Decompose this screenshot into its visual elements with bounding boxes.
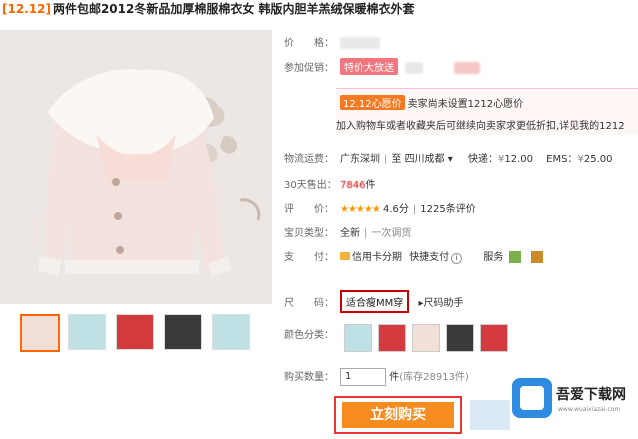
wish-price-status: 卖家尚未设置1212心愿价 bbox=[407, 99, 524, 110]
thumbnail-3[interactable] bbox=[116, 314, 154, 350]
sold-row: 30天售出： 7846件 bbox=[284, 176, 375, 191]
ems-price: 25.00 bbox=[583, 154, 613, 165]
ship-to-prefix: 至 bbox=[391, 154, 402, 165]
quantity-input[interactable]: 1 bbox=[340, 368, 386, 386]
promotion-row: 参加促销： 特价大放送 bbox=[284, 58, 481, 75]
color-option-1[interactable] bbox=[344, 324, 372, 352]
payment-label: 支 付： bbox=[284, 252, 334, 263]
promo-discount-blurred bbox=[454, 62, 481, 74]
size-label: 尺 码： bbox=[284, 298, 334, 309]
thumbnail-strip bbox=[20, 314, 260, 356]
thumbnail-4[interactable] bbox=[164, 314, 202, 350]
price-value-blurred bbox=[340, 37, 380, 49]
quantity-unit: 件 bbox=[389, 372, 400, 383]
buy-now-button[interactable]: 立刻购买 bbox=[342, 402, 454, 428]
credit-card-installment[interactable]: 信用卡分期 bbox=[352, 252, 402, 263]
ship-from[interactable]: 广东深圳 bbox=[340, 154, 380, 165]
product-main-image[interactable] bbox=[0, 30, 272, 304]
size-option-selected[interactable]: 适合瘦MM穿 bbox=[340, 290, 410, 313]
quick-pay-info-icon[interactable]: i bbox=[451, 253, 463, 264]
product-title: [12.12] 两件包邮2012冬新品加厚棉服棉衣女 韩版内胆羊羔绒保暖棉衣外套 bbox=[2, 0, 415, 18]
rating-value: 4.6分 bbox=[383, 204, 409, 215]
service-label: 服务 bbox=[483, 252, 504, 263]
rating-stars-icon: ★★★★★ bbox=[340, 204, 381, 215]
ems-label: EMS： bbox=[546, 154, 578, 165]
promotion-label: 参加促销： bbox=[284, 63, 334, 74]
add-to-cart-button[interactable] bbox=[470, 400, 510, 430]
price-row: 价 格： bbox=[284, 34, 380, 49]
buy-now-highlight: 立刻购买 bbox=[334, 396, 462, 434]
service-guarantee-icon[interactable] bbox=[531, 251, 544, 263]
color-options bbox=[344, 324, 524, 352]
rating-row: 评 价： ★★★★★ 4.6分 | 1225条评价 bbox=[284, 200, 476, 215]
stock-count: (库存28913件) bbox=[399, 372, 469, 383]
promotion-tag[interactable]: 特价大放送 bbox=[340, 58, 398, 75]
color-option-3[interactable] bbox=[412, 324, 440, 352]
ship-to[interactable]: 四川成都 bbox=[405, 154, 445, 165]
watermark-name: 吾爱下载网 bbox=[556, 387, 626, 403]
rating-label: 评 价： bbox=[284, 204, 334, 215]
item-type-row: 宝贝类型： 全新 | 一次调货 bbox=[284, 224, 411, 239]
shipping-row: 物流运费： 广东深圳 | 至 四川成都 ▾ 快递：¥12.00 EMS：¥25.00 bbox=[284, 150, 612, 165]
shipping-label: 物流运费： bbox=[284, 154, 334, 165]
price-label: 价 格： bbox=[284, 38, 334, 49]
thumbnail-5[interactable] bbox=[212, 314, 250, 350]
item-type-bid: 一次调货 bbox=[371, 228, 412, 239]
quantity-row: 购买数量： 1 件(库存28913件) bbox=[284, 368, 469, 386]
watermark-logo-icon bbox=[512, 378, 552, 418]
wish-price-chip: 12.12心愿价 bbox=[340, 95, 405, 110]
color-option-5[interactable] bbox=[480, 324, 508, 352]
thumbnail-1[interactable] bbox=[20, 314, 60, 352]
sold-unit: 件 bbox=[365, 180, 376, 191]
site-watermark: 吾爱下载网 www.wuaixiazai.com bbox=[512, 378, 638, 430]
review-count-link[interactable]: 1225条评价 bbox=[420, 204, 475, 215]
color-option-2[interactable] bbox=[378, 324, 406, 352]
color-option-4[interactable] bbox=[446, 324, 474, 352]
sold-label: 30天售出： bbox=[284, 180, 337, 191]
thumbnail-2[interactable] bbox=[68, 314, 106, 350]
express-label: 快递： bbox=[467, 154, 498, 165]
product-title-text: 两件包邮2012冬新品加厚棉服棉衣女 韩版内胆羊羔绒保暖棉衣外套 bbox=[52, 2, 415, 16]
quick-pay[interactable]: 快捷支付 bbox=[409, 252, 449, 263]
item-type-label: 宝贝类型： bbox=[284, 228, 334, 239]
sold-count: 7846 bbox=[340, 180, 366, 191]
credit-card-icon bbox=[340, 252, 350, 260]
quantity-label: 购买数量： bbox=[284, 372, 334, 383]
item-type-new: 全新 bbox=[340, 228, 360, 239]
wish-price-box: 12.12心愿价 卖家尚未设置1212心愿价 加入购物车或者收藏夹后可继续向卖家求… bbox=[336, 88, 638, 135]
watermark-url: www.wuaixiazai.com bbox=[558, 406, 621, 413]
jacket-photo bbox=[0, 30, 272, 304]
ship-to-dropdown-icon[interactable]: ▾ bbox=[445, 154, 453, 165]
color-label: 颜色分类： bbox=[284, 330, 334, 341]
promo-event-tag: [12.12] bbox=[2, 2, 51, 16]
express-price: 12.00 bbox=[504, 154, 533, 165]
payment-row: 支 付： 信用卡分期 快捷支付 i 服务 bbox=[284, 248, 544, 264]
service-badge-icon[interactable] bbox=[509, 251, 522, 263]
wish-price-hint[interactable]: 加入购物车或者收藏夹后可继续向卖家求更低折扣,详见我的1212 bbox=[336, 117, 625, 132]
promo-price-blurred bbox=[405, 62, 424, 74]
size-row: 尺 码： 适合瘦MM穿 ▸尺码助手 bbox=[284, 290, 463, 313]
size-helper-link[interactable]: 尺码助手 bbox=[423, 298, 463, 309]
wish-price-line: 12.12心愿价 卖家尚未设置1212心愿价 bbox=[340, 95, 523, 110]
